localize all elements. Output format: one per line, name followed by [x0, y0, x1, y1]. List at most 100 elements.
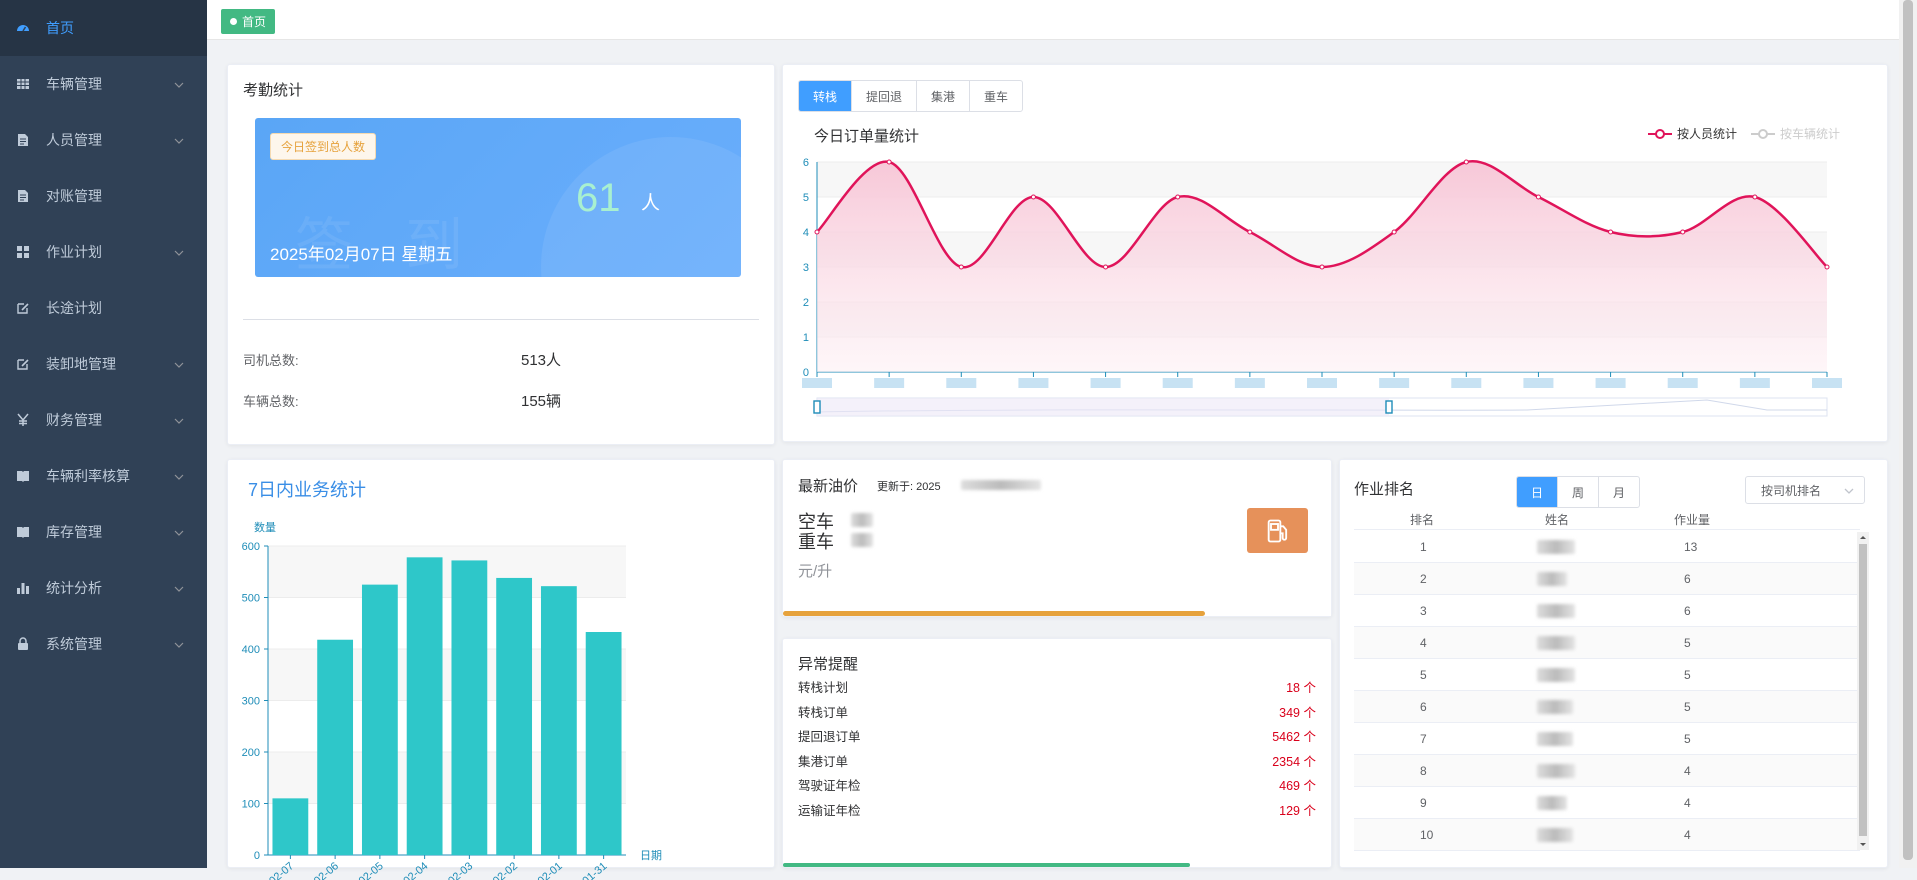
y-tick-label: 600 — [242, 541, 260, 553]
data-point[interactable] — [1391, 229, 1397, 235]
qty-cell: 6 — [1684, 604, 1691, 618]
order-type-tabs: 转栈 提回退 集港 重车 — [798, 80, 1024, 112]
name-cell-redacted — [1537, 828, 1573, 842]
table-row[interactable]: 36 — [1354, 595, 1860, 627]
x-tick-label: 2025-02-04 — [380, 860, 431, 880]
alert-count[interactable]: 469 个 — [1279, 775, 1316, 794]
sidebar-item-6[interactable]: 装卸地管理 — [0, 336, 207, 392]
x-tick-label-redacted — [1451, 378, 1482, 388]
sidebar-item-3[interactable]: 对账管理 — [0, 168, 207, 224]
driver-total-label: 司机总数: — [243, 353, 299, 368]
sidebar: 首页车辆管理 人员管理 对账管理 作业计划 长途计划 装卸地管理 财务管理 车辆利率核算 库存管… — [0, 0, 207, 868]
alert-count[interactable]: 2354 个 — [1272, 751, 1316, 770]
y-tick-label: 6 — [803, 157, 809, 169]
sidebar-item-9[interactable]: 库存管理 — [0, 504, 207, 560]
alert-label: 提回退订单 — [798, 730, 861, 745]
data-point[interactable] — [1463, 159, 1469, 165]
data-point[interactable] — [1247, 229, 1253, 235]
oil-price-card: 最新油价 更新于: 2025 空车 重车 元/升 — [782, 459, 1332, 617]
table-row[interactable]: 65 — [1354, 691, 1860, 723]
bar[interactable] — [361, 584, 398, 855]
tab-order-type-0[interactable]: 转栈 — [799, 81, 852, 111]
data-point[interactable] — [1608, 229, 1614, 235]
signin-count: 61 — [576, 176, 621, 220]
bar[interactable] — [272, 798, 309, 855]
bar[interactable] — [496, 577, 533, 855]
table-row[interactable]: 1 13 — [1354, 531, 1860, 563]
data-point[interactable] — [814, 229, 820, 235]
alert-count[interactable]: 349 个 — [1279, 702, 1316, 721]
alert-count[interactable]: 18 个 — [1286, 677, 1316, 696]
sidebar-item-label: 首页 — [46, 20, 74, 36]
alert-count[interactable]: 5462 个 — [1272, 726, 1316, 745]
sidebar-item-2[interactable]: 人员管理 — [0, 112, 207, 168]
vehicle-total-value: 155辆 — [521, 393, 562, 410]
ranking-sort-select[interactable]: 按司机排名 — [1745, 476, 1865, 504]
sidebar-item-0[interactable]: 首页 — [0, 0, 207, 56]
alert-count[interactable]: 129 个 — [1279, 800, 1316, 819]
scroll-down-icon[interactable] — [1857, 840, 1869, 850]
tab-order-type-1[interactable]: 提回退 — [851, 81, 916, 111]
qty-cell: 4 — [1684, 828, 1691, 842]
tab-order-type-3[interactable]: 重车 — [969, 81, 1022, 111]
fuel-pump-icon — [1247, 508, 1308, 553]
rank-cell: 7 — [1420, 732, 1427, 746]
tab-period-0[interactable]: 日 — [1517, 477, 1558, 507]
sidebar-item-4[interactable]: 作业计划 — [0, 224, 207, 280]
table-row[interactable]: 45 — [1354, 627, 1860, 659]
data-point[interactable] — [1319, 264, 1325, 270]
table-row[interactable]: 26 — [1354, 563, 1860, 595]
grid-icon — [16, 245, 30, 259]
edit-icon — [16, 357, 30, 371]
document-icon — [16, 189, 30, 203]
bar[interactable] — [540, 586, 577, 855]
scroll-up-icon[interactable] — [1857, 532, 1869, 542]
alerts-title: 异常提醒 — [798, 656, 859, 673]
signin-unit: 人 — [641, 193, 661, 214]
dashboard-icon — [16, 21, 30, 35]
table-row[interactable]: 55 — [1354, 659, 1860, 691]
data-point[interactable] — [886, 159, 892, 165]
name-cell-redacted — [1537, 604, 1575, 618]
bar[interactable] — [451, 560, 488, 855]
sidebar-item-5[interactable]: 长途计划 — [0, 280, 207, 336]
data-point[interactable] — [1824, 264, 1830, 270]
tag-home[interactable]: 首页 — [221, 9, 276, 34]
table-row[interactable]: 75 — [1354, 723, 1860, 755]
page-scrollbar[interactable] — [1899, 0, 1917, 868]
data-point[interactable] — [1680, 229, 1686, 235]
table-row[interactable]: 10 4 — [1354, 819, 1860, 851]
page-scroll-thumb[interactable] — [1903, 0, 1913, 860]
rank-cell: 4 — [1420, 636, 1427, 650]
oil-title: 最新油价 — [798, 478, 859, 495]
tab-order-type-2[interactable]: 集港 — [916, 81, 969, 111]
data-point[interactable] — [1175, 194, 1181, 200]
table-row[interactable]: 84 — [1354, 755, 1860, 787]
datazoom-window[interactable] — [817, 398, 1389, 416]
name-cell-redacted — [1537, 668, 1575, 682]
data-point[interactable] — [1030, 194, 1036, 200]
data-point[interactable] — [1535, 194, 1541, 200]
sidebar-item-label: 系统管理 — [46, 636, 102, 652]
sidebar-item-8[interactable]: 车辆利率核算 — [0, 448, 207, 504]
data-point[interactable] — [1752, 194, 1758, 200]
sidebar-item-10[interactable]: 统计分析 — [0, 560, 207, 616]
sidebar-item-7[interactable]: 财务管理 — [0, 392, 207, 448]
datazoom-handle[interactable] — [813, 400, 821, 414]
bar[interactable] — [585, 632, 622, 855]
data-point[interactable] — [958, 264, 964, 270]
sidebar-item-1[interactable]: 车辆管理 — [0, 56, 207, 112]
bar[interactable] — [317, 639, 354, 855]
table-row[interactable]: 94 — [1354, 787, 1860, 819]
data-point[interactable] — [1103, 264, 1109, 270]
tab-period-2[interactable]: 月 — [1598, 477, 1639, 507]
ranking-scrollbar[interactable] — [1857, 532, 1869, 850]
qty-cell: 5 — [1684, 636, 1691, 650]
datazoom-handle[interactable] — [1385, 400, 1393, 414]
ranking-scroll-thumb[interactable] — [1859, 544, 1867, 836]
grid-band — [817, 162, 1827, 197]
sidebar-item-11[interactable]: 系统管理 — [0, 616, 207, 672]
x-tick-label-redacted — [1018, 378, 1049, 388]
bar[interactable] — [406, 557, 443, 855]
tab-period-1[interactable]: 周 — [1557, 477, 1598, 507]
